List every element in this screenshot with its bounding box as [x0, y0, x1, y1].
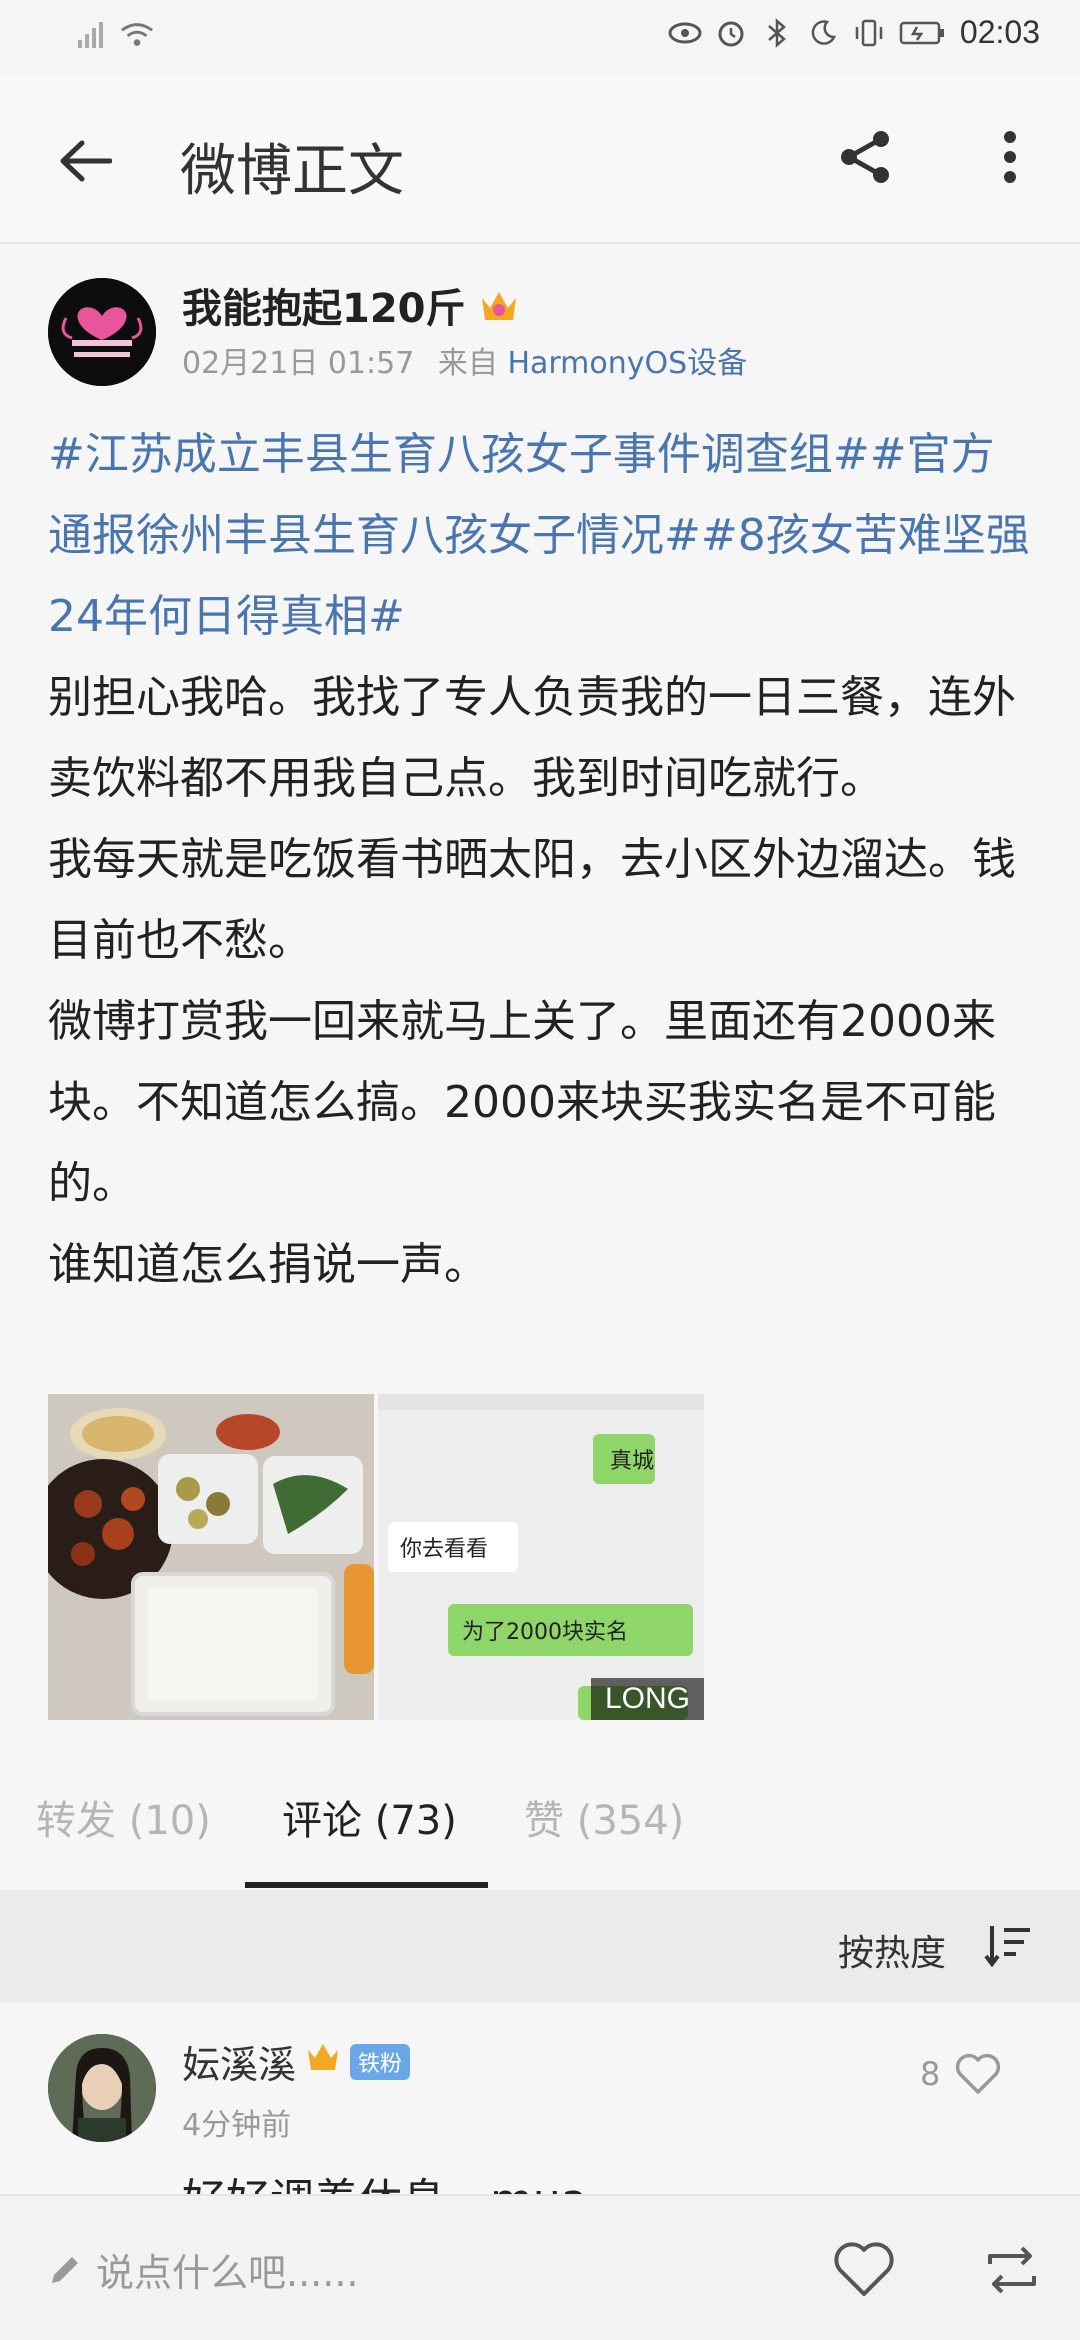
post-card: 我能抱起120斤 02月21日 01:57 来自 HarmonyOS设备 #江苏… — [0, 246, 1080, 1736]
post-photos: 真城 你去看看 为了2000块实名 LONG — [48, 1394, 704, 1720]
chat-bubble-1: 真城 — [610, 1449, 654, 1474]
back-button[interactable] — [50, 126, 120, 196]
comment-time: 4分钟前 — [182, 2108, 292, 2143]
sort-icon[interactable] — [984, 1922, 1032, 1970]
comment-input[interactable]: 说点什么吧...... — [48, 2242, 358, 2297]
wifi-icon — [120, 18, 154, 52]
share-button[interactable] — [830, 122, 900, 192]
battery-icon — [898, 16, 948, 50]
source-prefix: 来自 — [437, 346, 498, 381]
comment-like-count: 8 — [920, 2055, 941, 2093]
pencil-icon — [52, 2256, 78, 2283]
crown-icon — [304, 2038, 342, 2085]
comment-like-button[interactable]: 8 — [920, 2052, 1002, 2096]
heart-outline-icon — [956, 2053, 1001, 2094]
photo-chat-screenshot[interactable]: 真城 你去看看 为了2000块实名 LONG — [378, 1394, 704, 1720]
signal-icon — [76, 18, 110, 52]
fan-badge: 铁粉 — [350, 2043, 411, 2080]
post-paragraph: 我每天就是吃饭看书晒太阳，去小区外边溜达。钱目前也不愁。 — [48, 834, 1016, 966]
top-app-bar: 微博正文 — [0, 74, 1080, 244]
post-paragraph: 微博打赏我一回来就马上关了。里面还有2000来块。不知道怎么搞。2000来块买我… — [48, 996, 996, 1209]
post-paragraph: 别担心我哈。我找了专人负责我的一日三餐，连外卖饮料都不用我自己点。我到时间吃就行… — [48, 672, 1016, 804]
comment-input-placeholder: 说点什么吧...... — [96, 2251, 359, 2295]
status-bar: 02:03 — [0, 0, 1080, 74]
clock: 02:03 — [959, 14, 1040, 50]
chat-bubble-2: 你去看看 — [400, 1537, 488, 1562]
moon-icon — [806, 16, 840, 50]
post-topics[interactable]: #江苏成立丰县生育八孩女子事件调查组##官方通报徐州丰县生育八孩女子情况##8孩… — [48, 414, 1038, 657]
vibrate-icon — [852, 16, 886, 50]
author-avatar[interactable] — [48, 278, 156, 386]
post-tabs: 转发 (10) 评论 (73) 赞 (354) — [0, 1740, 1080, 1890]
tab-comments[interactable]: 评论 (73) — [282, 1788, 457, 1846]
like-button[interactable] — [832, 2240, 896, 2304]
repost-button[interactable] — [980, 2240, 1044, 2304]
comment-item: 妘溪溪 铁粉 4分钟前 8 好好调养休息。mua — [0, 2002, 1080, 2202]
status-right: 02:03 — [668, 14, 1040, 51]
post-source[interactable]: HarmonyOS设备 — [507, 346, 747, 381]
page-title: 微博正文 — [180, 139, 404, 202]
more-vertical-icon — [1004, 131, 1016, 183]
post-timestamp: 02月21日 01:57 — [182, 346, 415, 381]
sort-bar: 按热度 — [0, 1890, 1080, 2002]
chat-bubble-3: 为了2000块实名 — [462, 1620, 628, 1645]
bottom-action-bar: 说点什么吧...... — [0, 2194, 1080, 2340]
back-arrow-icon — [60, 140, 112, 182]
tab-likes[interactable]: 赞 (354) — [524, 1788, 684, 1846]
post-text: #江苏成立丰县生育八孩女子事件调查组##官方通报徐州丰县生育八孩女子情况##8孩… — [48, 414, 1038, 1305]
commenter-name-text: 妘溪溪 — [182, 2043, 297, 2087]
status-left — [76, 18, 154, 52]
bluetooth-icon — [760, 16, 794, 50]
more-options-button[interactable] — [980, 122, 1040, 192]
repost-icon — [988, 2246, 1036, 2294]
crown-icon — [476, 282, 522, 328]
tab-reposts[interactable]: 转发 (10) — [36, 1788, 211, 1846]
alarm-icon — [714, 16, 748, 50]
sort-by-hot-button[interactable]: 按热度 — [838, 1924, 946, 1976]
post-paragraph: 谁知道怎么捐说一声。 — [48, 1239, 488, 1290]
eye-icon — [668, 16, 702, 50]
heart-outline-icon — [834, 2242, 894, 2296]
commenter-name[interactable]: 妘溪溪 铁粉 — [182, 2034, 411, 2089]
author-name[interactable]: 我能抱起120斤 — [182, 276, 522, 334]
post-meta: 02月21日 01:57 来自 HarmonyOS设备 — [182, 338, 747, 382]
active-tab-indicator — [245, 1882, 488, 1888]
photo-meal[interactable] — [48, 1394, 374, 1720]
author-name-text: 我能抱起120斤 — [182, 286, 466, 332]
share-icon — [841, 131, 889, 183]
commenter-avatar[interactable] — [48, 2034, 156, 2142]
long-image-badge: LONG — [590, 1678, 704, 1720]
